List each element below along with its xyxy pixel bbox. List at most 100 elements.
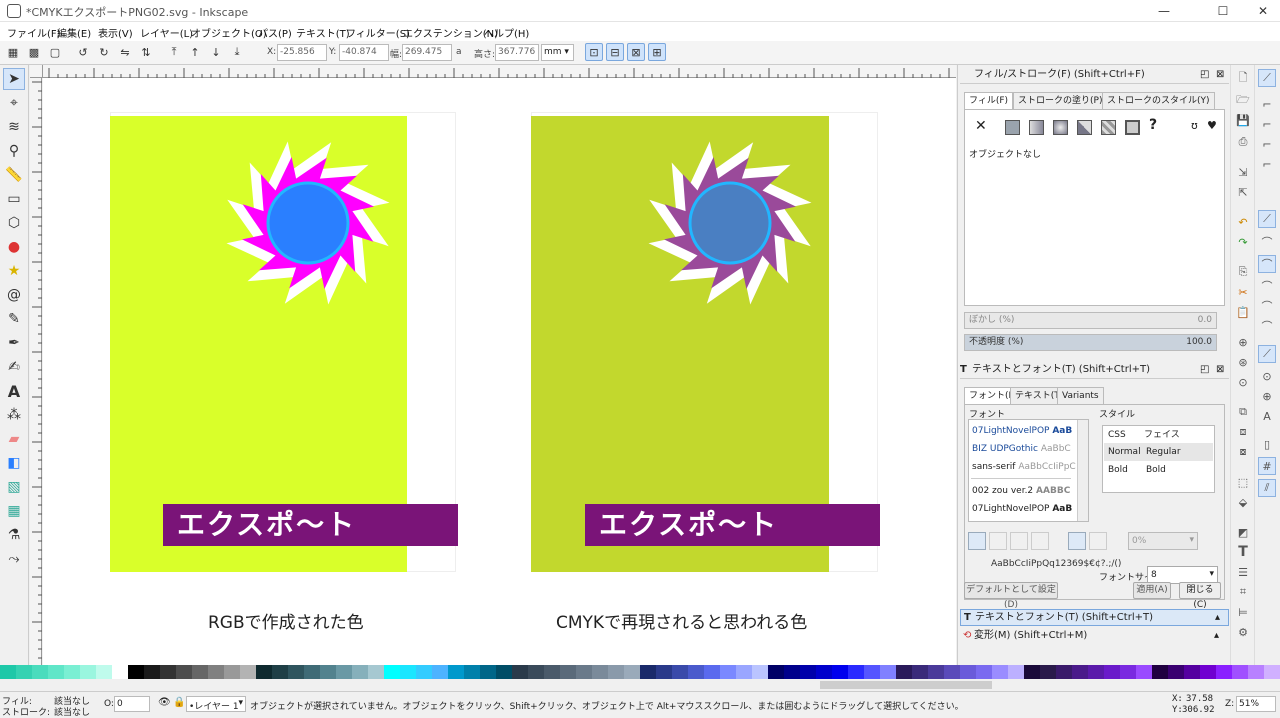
group-icon[interactable]: ⬚ bbox=[1234, 473, 1252, 491]
measure-tool-icon[interactable]: 📏 bbox=[3, 164, 25, 186]
palette-swatch[interactable] bbox=[768, 665, 784, 679]
font-list-item[interactable]: 07LightNovelPOP AaB bbox=[969, 422, 1072, 440]
lower-icon[interactable]: ↓ bbox=[207, 43, 225, 61]
opacity-slider[interactable]: 不透明度 (%) 100.0 bbox=[964, 334, 1217, 351]
duplicate-icon[interactable]: ⧉ bbox=[1234, 403, 1252, 421]
vertical-text-icon[interactable] bbox=[1089, 532, 1107, 550]
palette-swatch[interactable] bbox=[16, 665, 32, 679]
unlink-clone-icon[interactable]: ⧇ bbox=[1234, 443, 1252, 461]
palette-swatch[interactable] bbox=[1168, 665, 1184, 679]
text-font-dialog-icon[interactable]: T bbox=[1234, 543, 1252, 561]
tab-stroke-style[interactable]: ストロークのスタイル(Y) bbox=[1102, 92, 1215, 109]
collapsed-transform-panel[interactable]: ⟲ 変形(M) (Shift+Ctrl+M) ▴ bbox=[960, 628, 1229, 645]
palette-swatch[interactable] bbox=[208, 665, 224, 679]
font-list-item[interactable]: 07LightNovelPOP AaB bbox=[969, 500, 1072, 518]
palette-swatch[interactable] bbox=[352, 665, 368, 679]
text-tool-icon[interactable]: A bbox=[3, 380, 25, 402]
palette-swatch[interactable] bbox=[1264, 665, 1280, 679]
collapse-arrow-icon[interactable]: ▴ bbox=[1214, 628, 1219, 644]
snap-others-icon[interactable]: ⟋ bbox=[1258, 345, 1276, 363]
import-icon[interactable]: ⇲ bbox=[1234, 163, 1252, 181]
palette-swatch[interactable] bbox=[1056, 665, 1072, 679]
zoom-page-icon[interactable]: ⊙ bbox=[1234, 373, 1252, 391]
palette-swatch[interactable] bbox=[192, 665, 208, 679]
spiral-tool-icon[interactable]: @ bbox=[3, 284, 25, 306]
snap-rotation-centers-icon[interactable]: ⊕ bbox=[1258, 387, 1276, 405]
font-list[interactable]: 07LightNovelPOP AaB BIZ UDPGothic AaBbC … bbox=[968, 419, 1089, 522]
font-list-item[interactable]: BIZ UDPGothic AaBbC bbox=[969, 440, 1071, 458]
palette-swatch[interactable] bbox=[384, 665, 400, 679]
snap-paths-icon[interactable]: ⌒ bbox=[1258, 233, 1276, 251]
palette-swatch[interactable] bbox=[992, 665, 1008, 679]
palette-swatch[interactable] bbox=[144, 665, 160, 679]
palette-swatch[interactable] bbox=[976, 665, 992, 679]
palette-swatch[interactable] bbox=[448, 665, 464, 679]
snap-bbox-midpoints-icon[interactable]: ⌐ bbox=[1258, 155, 1276, 173]
spray-tool-icon[interactable]: ⁂ bbox=[3, 404, 25, 426]
close-window-icon[interactable]: ✕ bbox=[1240, 0, 1280, 22]
palette-swatch[interactable] bbox=[928, 665, 944, 679]
fill-stroke-dialog-icon[interactable]: ◩ bbox=[1234, 523, 1252, 541]
palette-swatch[interactable] bbox=[1152, 665, 1168, 679]
star-tool-icon[interactable]: ★ bbox=[3, 260, 25, 282]
palette-swatch[interactable] bbox=[1200, 665, 1216, 679]
color-palette[interactable] bbox=[0, 665, 1280, 679]
palette-swatch[interactable] bbox=[608, 665, 624, 679]
no-paint-icon[interactable]: ✕ bbox=[975, 118, 987, 134]
palette-swatch[interactable] bbox=[480, 665, 496, 679]
palette-swatch[interactable] bbox=[864, 665, 880, 679]
stroke-indicator-value[interactable]: 該当なし bbox=[54, 705, 90, 718]
rotate-ccw-icon[interactable]: ↺ bbox=[74, 43, 92, 61]
align-dialog-icon[interactable]: ⊨ bbox=[1234, 603, 1252, 621]
mesh-tool-icon[interactable]: ▦ bbox=[3, 500, 25, 522]
rectangle-tool-icon[interactable]: ▭ bbox=[3, 188, 25, 210]
snap-centers-icon[interactable]: ⊙ bbox=[1258, 367, 1276, 385]
align-justify-icon[interactable] bbox=[1031, 532, 1049, 550]
open-icon[interactable]: 🗁 bbox=[1234, 91, 1252, 109]
palette-swatch[interactable] bbox=[720, 665, 736, 679]
palette-swatch[interactable] bbox=[240, 665, 256, 679]
align-right-icon[interactable] bbox=[1010, 532, 1028, 550]
raise-to-top-icon[interactable]: ⤒ bbox=[165, 43, 183, 61]
palette-swatch[interactable] bbox=[896, 665, 912, 679]
text-panel-float-icon[interactable]: ◰ bbox=[1200, 362, 1209, 378]
align-left-icon[interactable] bbox=[968, 532, 986, 550]
palette-swatch[interactable] bbox=[672, 665, 688, 679]
pen-tool-icon[interactable]: ✒ bbox=[3, 332, 25, 354]
palette-swatch[interactable] bbox=[576, 665, 592, 679]
width-field[interactable]: 269.475 bbox=[402, 44, 452, 61]
opacity-field-status[interactable]: 0 bbox=[114, 696, 150, 712]
linear-gradient-icon[interactable] bbox=[1029, 120, 1044, 135]
palette-swatch[interactable] bbox=[704, 665, 720, 679]
dropper-tool-icon[interactable]: ⚗ bbox=[3, 524, 25, 546]
fill-rule-nonzero-icon[interactable]: ♥ bbox=[1207, 119, 1217, 132]
layers-dialog-icon[interactable]: ☰ bbox=[1234, 563, 1252, 581]
palette-swatch[interactable] bbox=[656, 665, 672, 679]
snap-nodes-icon[interactable]: ⟋ bbox=[1258, 210, 1276, 228]
eraser-tool-icon[interactable]: ▰ bbox=[3, 428, 25, 450]
palette-swatch[interactable] bbox=[1088, 665, 1104, 679]
palette-swatch[interactable] bbox=[48, 665, 64, 679]
palette-swatch[interactable] bbox=[592, 665, 608, 679]
palette-swatch[interactable] bbox=[1104, 665, 1120, 679]
panel-close-icon[interactable]: ⊠ bbox=[1216, 67, 1224, 83]
snap-bbox-corners-icon[interactable]: ⌐ bbox=[1258, 135, 1276, 153]
palette-swatch[interactable] bbox=[1136, 665, 1152, 679]
palette-swatch[interactable] bbox=[128, 665, 144, 679]
palette-swatch[interactable] bbox=[960, 665, 976, 679]
menu-edit[interactable]: 編集(E) bbox=[57, 25, 91, 40]
print-icon[interactable]: ⎙ bbox=[1234, 133, 1252, 151]
palette-swatch[interactable] bbox=[1008, 665, 1024, 679]
palette-swatch[interactable] bbox=[464, 665, 480, 679]
palette-swatch[interactable] bbox=[560, 665, 576, 679]
redo-icon[interactable]: ↷ bbox=[1234, 233, 1252, 251]
new-document-icon[interactable]: 🗋 bbox=[1234, 69, 1252, 87]
palette-swatch[interactable] bbox=[688, 665, 704, 679]
palette-swatch[interactable] bbox=[624, 665, 640, 679]
palette-swatch[interactable] bbox=[160, 665, 176, 679]
clone-icon[interactable]: ⧈ bbox=[1234, 423, 1252, 441]
select-all-icon[interactable]: ▦ bbox=[4, 43, 22, 61]
horizontal-scrollbar[interactable] bbox=[0, 679, 1280, 691]
deselect-icon[interactable]: ▢ bbox=[46, 43, 64, 61]
pattern-icon[interactable] bbox=[1101, 120, 1116, 135]
